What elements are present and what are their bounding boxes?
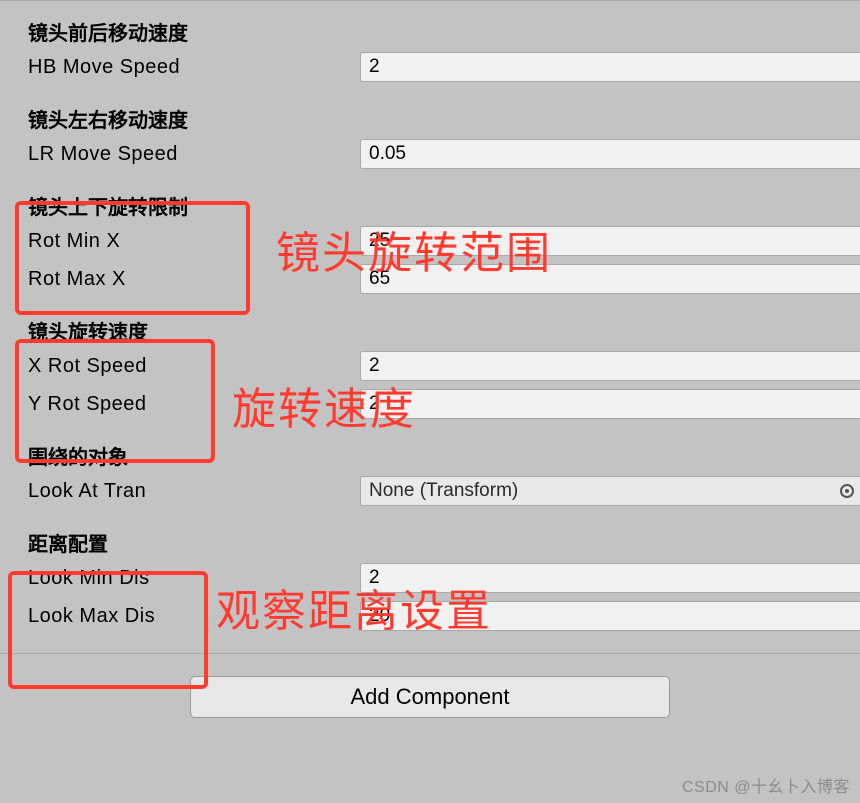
row-rot-max-x: Rot Max X <box>0 260 860 298</box>
add-component-button[interactable]: Add Component <box>190 676 670 718</box>
label-rot-max-x: Rot Max X <box>28 268 360 291</box>
input-lr-move-speed[interactable] <box>360 139 860 169</box>
inspector-panel: 镜头前后移动速度 HB Move Speed 镜头左右移动速度 LR Move … <box>0 0 860 803</box>
row-hb-move-speed: HB Move Speed <box>0 48 860 86</box>
label-look-min-dis: Look Min Dis <box>28 567 360 590</box>
input-rot-max-x[interactable] <box>360 264 860 294</box>
input-look-max-dis[interactable] <box>360 601 860 631</box>
label-x-rot-speed: X Rot Speed <box>28 355 360 378</box>
row-y-rot-speed: Y Rot Speed <box>0 385 860 423</box>
header-look-at-label: 围绕的对象 <box>28 447 128 469</box>
row-rot-min-x: Rot Min X <box>0 222 860 260</box>
input-x-rot-speed[interactable] <box>360 351 860 381</box>
watermark-text: CSDN @十幺卜入博客 <box>682 773 850 797</box>
header-hb-move: 镜头前后移动速度 <box>0 11 860 48</box>
header-lr-move: 镜头左右移动速度 <box>0 98 860 135</box>
header-rot-limit-label: 镜头上下旋转限制 <box>28 197 188 219</box>
label-rot-min-x: Rot Min X <box>28 230 360 253</box>
input-hb-move-speed[interactable] <box>360 52 860 82</box>
row-look-max-dis: Look Max Dis <box>0 597 860 635</box>
header-rot-speed: 镜头旋转速度 <box>0 310 860 347</box>
header-rot-speed-label: 镜头旋转速度 <box>28 322 148 344</box>
label-hb-move-speed: HB Move Speed <box>28 56 360 79</box>
row-lr-move-speed: LR Move Speed <box>0 135 860 173</box>
row-look-min-dis: Look Min Dis <box>0 559 860 597</box>
target-icon <box>840 484 854 498</box>
label-look-max-dis: Look Max Dis <box>28 605 360 628</box>
header-hb-move-label: 镜头前后移动速度 <box>28 23 188 45</box>
input-rot-min-x[interactable] <box>360 226 860 256</box>
row-look-at-tran: Look At Tran <box>0 472 860 510</box>
row-x-rot-speed: X Rot Speed <box>0 347 860 385</box>
input-y-rot-speed[interactable] <box>360 389 860 419</box>
header-rot-limit: 镜头上下旋转限制 <box>0 185 860 222</box>
label-lr-move-speed: LR Move Speed <box>28 143 360 166</box>
label-look-at-tran: Look At Tran <box>28 480 360 503</box>
header-lr-move-label: 镜头左右移动速度 <box>28 110 188 132</box>
input-look-min-dis[interactable] <box>360 563 860 593</box>
input-look-at-tran[interactable] <box>360 476 860 506</box>
object-picker-icon[interactable] <box>836 480 858 502</box>
header-distance-label: 距离配置 <box>28 534 108 556</box>
header-look-at: 围绕的对象 <box>0 435 860 472</box>
header-distance: 距离配置 <box>0 522 860 559</box>
label-y-rot-speed: Y Rot Speed <box>28 393 360 416</box>
